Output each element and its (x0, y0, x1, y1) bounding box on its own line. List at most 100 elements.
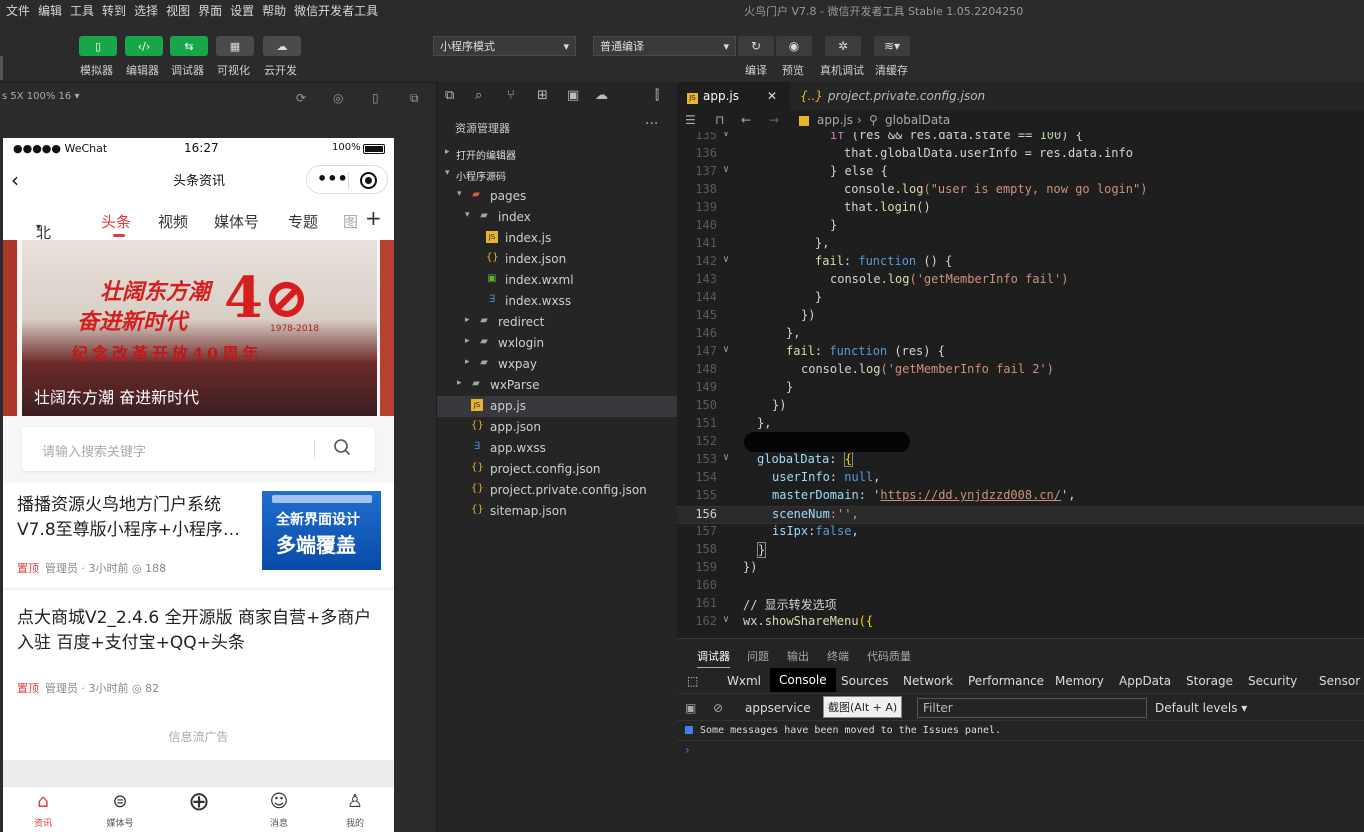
preview-button[interactable]: ◉ (776, 36, 812, 56)
search-box[interactable]: 请输入搜索关键字 (22, 427, 375, 471)
compile-button[interactable]: ↻ (738, 36, 774, 56)
feed-ad[interactable]: 信息流广告 (3, 710, 394, 760)
bookmark-icon[interactable]: ⊓ (715, 113, 724, 127)
tabbar-media[interactable]: ⊜ 媒体号 (96, 791, 144, 829)
back-arrow-icon[interactable]: ‹ (11, 168, 19, 192)
popout-icon[interactable]: ⧉ (410, 91, 419, 106)
tab-sensor[interactable]: Sensor (1319, 674, 1360, 688)
cloud-icon[interactable]: ☁ (595, 88, 608, 103)
tab-storage[interactable]: Storage (1186, 674, 1233, 688)
tabbar-publish[interactable]: ⊕ (175, 789, 223, 816)
tab-performance[interactable]: Performance (968, 674, 1044, 688)
tab-code-quality[interactable]: 代码质量 (867, 648, 911, 664)
source-section[interactable]: ▾ 小程序源码 (437, 165, 678, 186)
clear-cache-button[interactable]: ≋▾ (874, 36, 910, 56)
open-editors-section[interactable]: ▸ 打开的编辑器 (437, 144, 678, 165)
filter-input[interactable]: Filter (917, 698, 1147, 718)
list-item[interactable]: 点大商城V2_2.4.6 全开源版 商家自营+多商户入驻 百度+支付宝+QQ+头… (3, 589, 394, 710)
tabbar-messages[interactable]: ☺ 消息 (255, 791, 303, 829)
collapse-panel-icon[interactable]: ⫿ (655, 88, 659, 103)
tab-wxml[interactable]: Wxml (727, 674, 761, 688)
code-area[interactable]: 135 ∨ if (res && res.data.state == 100) { … (677, 132, 1364, 638)
tree-folder-wxparse[interactable]: ▸ ▰ wxParse (437, 375, 678, 396)
back-icon[interactable]: ← (741, 113, 751, 127)
extensions-icon[interactable]: ⊞ (537, 88, 548, 103)
tree-file-project-private-config[interactable]: {} project.private.config.json (437, 480, 678, 501)
tab-debugger[interactable]: 调试器 (697, 648, 730, 669)
context-select[interactable]: appservice (745, 701, 811, 715)
device-zoom-select[interactable]: s 5X 100% 16 ▾ (2, 91, 79, 102)
tree-file-index-js[interactable]: JS index.js (437, 228, 678, 249)
tab-appdata[interactable]: AppData (1119, 674, 1171, 688)
search-icon[interactable]: ⌕ (475, 88, 482, 103)
tab-problems[interactable]: 问题 (747, 648, 769, 664)
menu-file[interactable]: 文件 (6, 2, 30, 19)
more-dots-icon[interactable]: ••• (317, 169, 348, 188)
tree-folder-wxlogin[interactable]: ▸ ▰ wxlogin (437, 333, 678, 354)
tree-file-app-js[interactable]: JS app.js (437, 396, 678, 417)
tree-folder-redirect[interactable]: ▸ ▰ redirect (437, 312, 678, 333)
menu-edit[interactable]: 编辑 (38, 2, 62, 19)
debug-panel-icon[interactable]: ▣ (567, 88, 579, 103)
add-channel-icon[interactable]: + (365, 206, 382, 230)
tab-console[interactable]: Console (770, 668, 836, 692)
tree-file-index-wxss[interactable]: ∃ index.wxss (437, 291, 678, 312)
search-icon[interactable] (333, 438, 351, 456)
rotate-icon[interactable]: ⟳ (296, 91, 306, 105)
tabbar-me[interactable]: ♙ 我的 (331, 791, 379, 829)
sidebar-toggle-icon[interactable]: ▣ (685, 701, 696, 715)
tab-terminal[interactable]: 终端 (827, 648, 849, 664)
menu-goto[interactable]: 转到 (102, 2, 126, 19)
tab-more-cut[interactable]: 图 (343, 211, 358, 232)
banner-slide[interactable]: 壮阔东方潮 奋进新时代 4⊘ 1978-2018 纪念改革开放40周年 壮阔东方… (22, 240, 377, 416)
tab-network[interactable]: Network (903, 674, 953, 688)
cloud-button[interactable]: ☁ (263, 36, 301, 56)
log-levels-select[interactable]: Default levels ▾ (1155, 701, 1247, 715)
tree-file-project-config[interactable]: {} project.config.json (437, 459, 678, 480)
tree-file-app-wxss[interactable]: ∃ app.wxss (437, 438, 678, 459)
tree-file-index-json[interactable]: {} index.json (437, 249, 678, 270)
menu-wechat-devtools[interactable]: 微信开发者工具 (294, 2, 378, 19)
compile-mode-select[interactable]: 普通编译 ▾ (593, 36, 736, 56)
tree-file-index-wxml[interactable]: ▣ index.wxml (437, 270, 678, 291)
more-icon[interactable]: ··· (645, 116, 658, 132)
source-control-icon[interactable]: ⑂ (507, 88, 515, 103)
simulator-toggle-button[interactable]: ▯ (79, 36, 117, 56)
menu-view[interactable]: 视图 (166, 2, 190, 19)
menu-interface[interactable]: 界面 (198, 2, 222, 19)
tree-file-sitemap[interactable]: {} sitemap.json (437, 501, 678, 522)
forward-icon[interactable]: → (769, 113, 779, 127)
tab-media[interactable]: 媒体号 (214, 211, 259, 232)
menu-help[interactable]: 帮助 (262, 2, 286, 19)
breadcrumb-file[interactable]: app.js (817, 113, 853, 127)
tab-output[interactable]: 输出 (787, 648, 809, 664)
menu-select[interactable]: 选择 (134, 2, 158, 19)
tab-headline[interactable]: 头条 (101, 211, 131, 232)
tree-folder-pages[interactable]: ▾ ▰ pages (437, 186, 678, 207)
mode-select[interactable]: 小程序模式 ▾ (433, 36, 576, 56)
debugger-toggle-button[interactable]: ⇆ (170, 36, 208, 56)
menu-tools[interactable]: 工具 (70, 2, 94, 19)
console-prompt-icon[interactable]: › (685, 743, 690, 757)
real-debug-button[interactable]: ✲ (825, 36, 861, 56)
editor-toggle-button[interactable]: ‹/› (125, 36, 163, 56)
tabbar-news[interactable]: ⌂ 资讯 (19, 791, 67, 829)
tab-memory[interactable]: Memory (1055, 674, 1104, 688)
tree-file-app-json[interactable]: {} app.json (437, 417, 678, 438)
tab-topic[interactable]: 专题 (288, 211, 318, 232)
list-icon[interactable]: ☰ (685, 113, 696, 127)
inspect-icon[interactable]: ⬚ (687, 674, 698, 688)
visual-button[interactable]: ▦ (216, 36, 254, 56)
menu-settings[interactable]: 设置 (230, 2, 254, 19)
record-icon[interactable]: ◎ (333, 91, 343, 105)
clear-console-icon[interactable]: ⊘ (713, 701, 723, 715)
tab-app-js[interactable]: JS app.js ✕ (677, 82, 790, 110)
files-icon[interactable]: ⧉ (445, 88, 454, 103)
close-target-icon[interactable] (360, 172, 377, 189)
tab-project-private-config[interactable]: {..} project.private.config.json (790, 82, 986, 110)
phone-icon[interactable]: ▯ (372, 91, 379, 105)
tab-video[interactable]: 视频 (158, 211, 188, 232)
tab-security[interactable]: Security (1248, 674, 1297, 688)
list-item[interactable]: 播播资源火鸟地方门户系统V7.8至尊版小程序+小程序… 置顶 管理员 · 3小时前… (3, 483, 394, 587)
tree-folder-index[interactable]: ▾ ▰ index (437, 207, 678, 228)
